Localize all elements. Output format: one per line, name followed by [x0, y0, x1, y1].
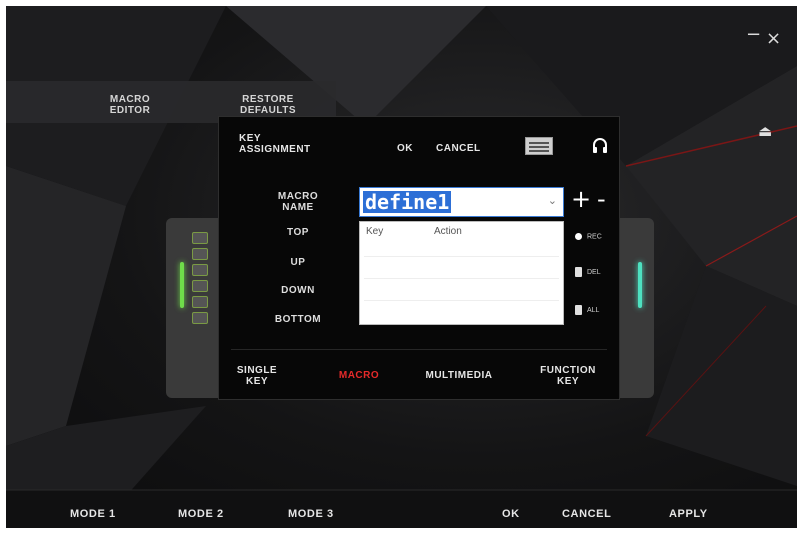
bottom-label: BOTTOM: [274, 314, 322, 325]
macro-action-table[interactable]: Key Action: [359, 221, 564, 325]
side-key[interactable]: [192, 232, 208, 244]
record-button[interactable]: REC: [575, 233, 602, 240]
side-key[interactable]: [192, 280, 208, 292]
table-row: [364, 256, 559, 257]
macro-name-select[interactable]: define1 ⌄: [359, 187, 564, 217]
side-key[interactable]: [192, 248, 208, 260]
delete-all-button[interactable]: ALL: [575, 305, 599, 315]
top-label: TOP: [287, 227, 309, 238]
led-indicator-right: [638, 262, 642, 308]
chevron-down-icon[interactable]: ⌄: [548, 194, 557, 207]
column-header-key: Key: [366, 226, 384, 237]
restore-defaults-button[interactable]: RESTORE DEFAULTS: [228, 94, 308, 116]
record-icon: [575, 233, 582, 240]
led-indicator-left: [180, 262, 184, 308]
divider: [231, 349, 607, 350]
close-button[interactable]: ×: [766, 28, 781, 49]
column-header-action: Action: [434, 226, 462, 237]
tab-macro[interactable]: MACRO: [329, 370, 389, 381]
macro-name-label: MACRO NAME: [277, 191, 319, 213]
tab-multimedia[interactable]: MULTIMEDIA: [409, 370, 509, 381]
down-label: DOWN: [281, 285, 315, 296]
delete-button[interactable]: DEL: [575, 267, 601, 277]
apply-button[interactable]: APPLY: [669, 508, 708, 520]
mode-2-button[interactable]: MODE 2: [178, 508, 224, 520]
dialog-cancel-button[interactable]: CANCEL: [436, 143, 481, 154]
bottom-bar: MODE 1 MODE 2 MODE 3 OK CANCEL APPLY: [6, 496, 797, 528]
trash-icon: [575, 267, 582, 277]
mode-1-button[interactable]: MODE 1: [70, 508, 116, 520]
mode-3-button[interactable]: MODE 3: [288, 508, 334, 520]
trash-icon: [575, 305, 582, 315]
side-key-stack: [192, 232, 208, 328]
record-label: REC: [587, 233, 602, 241]
delete-all-label: ALL: [587, 306, 600, 314]
minimize-button[interactable]: −: [746, 24, 761, 45]
side-key[interactable]: [192, 312, 208, 324]
key-assignment-dialog: KEY ASSIGNMENT OK CANCEL MACRO NAME TOP …: [218, 116, 620, 400]
ok-button[interactable]: OK: [502, 508, 520, 520]
macro-name-value[interactable]: define1: [363, 191, 452, 213]
up-label: UP: [290, 257, 306, 268]
eject-icon[interactable]: ⏏: [758, 122, 772, 140]
side-key[interactable]: [192, 296, 208, 308]
dialog-ok-button[interactable]: OK: [397, 143, 413, 154]
app-window: − × ⏏ MACRO EDITOR RESTORE DEFAULTS KEY …: [6, 6, 797, 528]
headset-icon[interactable]: [592, 137, 608, 155]
keyboard-icon[interactable]: [525, 137, 553, 155]
macro-editor-button[interactable]: MACRO EDITOR: [98, 94, 162, 116]
delete-label: DEL: [587, 268, 601, 276]
table-row: [364, 278, 559, 279]
side-key[interactable]: [192, 264, 208, 276]
tab-function-key[interactable]: FUNCTION KEY: [519, 365, 617, 387]
dialog-title: KEY ASSIGNMENT: [239, 133, 311, 155]
remove-macro-button[interactable]: -: [597, 185, 606, 213]
add-macro-button[interactable]: +: [571, 185, 591, 213]
table-row: [364, 300, 559, 301]
cancel-button[interactable]: CANCEL: [562, 508, 611, 520]
tab-single-key[interactable]: SINGLE KEY: [233, 365, 281, 387]
